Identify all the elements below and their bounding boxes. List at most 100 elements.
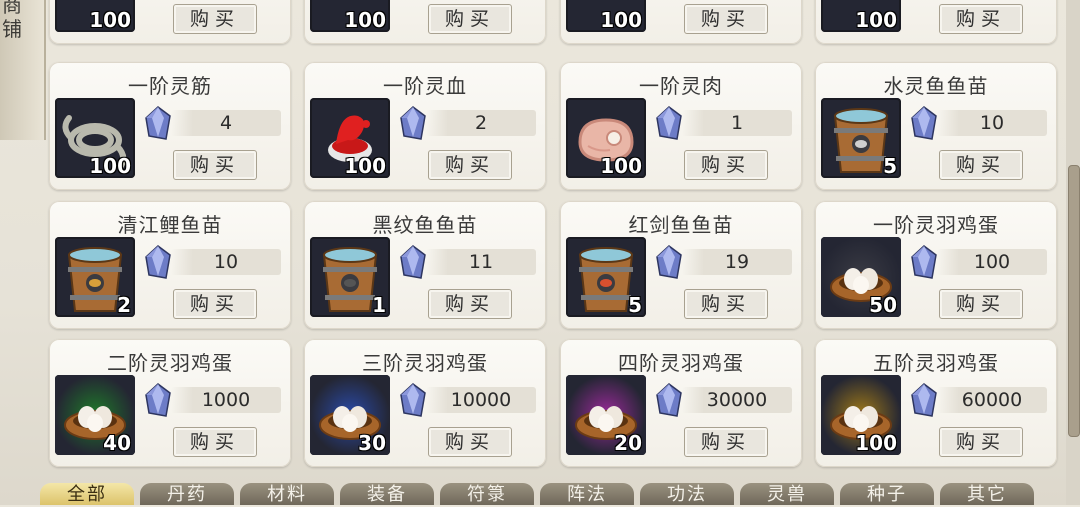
item-price: 30000 [682,387,792,413]
item-name: 一阶灵筋 [128,74,212,98]
item-name: 红剑鱼鱼苗 [628,213,734,237]
item-stock: 20 [614,431,642,455]
item-stock: 100 [600,154,642,178]
item-thumb: 50 [821,237,901,317]
buy-button[interactable]: 购买 [173,4,257,34]
tab-1[interactable]: 全部 [40,483,134,505]
buy-button[interactable]: 购买 [939,427,1023,457]
tab-4[interactable]: 装备 [340,483,434,505]
item-stock: 40 [103,431,131,455]
item-thumb: 40 [55,375,135,455]
item-price: 19 [682,249,792,275]
buy-button[interactable]: 购买 [173,150,257,180]
shop-item-card[interactable]: 红剑鱼鱼苗 5 19 购买 [560,201,802,329]
item-thumb: 2 [55,237,135,317]
spirit-stone-icon [145,245,171,279]
tab-2[interactable]: 丹药 [140,483,234,505]
buy-button[interactable]: 购买 [939,289,1023,319]
item-name: 二阶灵羽鸡蛋 [107,351,233,375]
item-name: 水灵鱼鱼苗 [883,74,989,98]
buy-button[interactable]: 购买 [428,289,512,319]
item-thumb: 100 [310,0,390,32]
buy-button[interactable]: 购买 [428,4,512,34]
buy-button[interactable]: 购买 [684,4,768,34]
item-stock: 100 [344,154,386,178]
item-stock: 100 [89,154,131,178]
scrollbar-thumb[interactable] [1068,165,1080,437]
item-thumb: 30 [310,375,390,455]
shop-item-card[interactable]: 水灵鱼鱼苗 5 10 购买 [815,62,1057,190]
shop-item-card[interactable]: 一阶灵筋 100 4 购买 [49,62,291,190]
item-stock: 100 [344,8,386,32]
tab-6[interactable]: 阵法 [540,483,634,505]
spirit-stone-icon [911,245,937,279]
item-grid: 100 购买 100 购买 100 购买 100 购买 一阶灵筋 100 4 购买 一阶灵血 100 2 购买… [0,0,1080,470]
spirit-stone-icon [400,245,426,279]
spirit-stone-icon [400,383,426,417]
tab-9[interactable]: 种子 [840,483,934,505]
item-price: 11 [426,249,536,275]
buy-button[interactable]: 购买 [428,427,512,457]
item-name: 四阶灵羽鸡蛋 [618,351,744,375]
shop-item-card[interactable]: 清江鲤鱼苗 2 10 购买 [49,201,291,329]
item-price: 100 [937,249,1047,275]
shop-item-card[interactable]: 100 购买 [815,0,1057,44]
item-name: 一阶灵血 [383,74,467,98]
item-thumb: 100 [55,98,135,178]
item-stock: 2 [117,293,131,317]
item-stock: 100 [855,431,897,455]
shop-item-card[interactable]: 五阶灵羽鸡蛋 100 60000 购买 [815,339,1057,467]
shop-item-card[interactable]: 黑纹鱼鱼苗 1 11 购买 [304,201,546,329]
item-stock: 1 [372,293,386,317]
item-thumb: 5 [821,98,901,178]
item-stock: 100 [600,8,642,32]
tab-8[interactable]: 灵兽 [740,483,834,505]
tab-7[interactable]: 功法 [640,483,734,505]
shop-item-card[interactable]: 100 购买 [560,0,802,44]
buy-button[interactable]: 购买 [173,427,257,457]
item-price: 10 [937,110,1047,136]
item-thumb: 5 [566,237,646,317]
category-tabs: 全部 丹药 材料 装备 符箓 阵法 功法 灵兽 种子 其它 [40,481,1040,505]
shop-item-card[interactable]: 四阶灵羽鸡蛋 20 30000 购买 [560,339,802,467]
item-price: 1000 [171,387,281,413]
spirit-stone-icon [656,383,682,417]
shop-item-card[interactable]: 一阶灵肉 100 1 购买 [560,62,802,190]
spirit-stone-icon [400,106,426,140]
tab-3[interactable]: 材料 [240,483,334,505]
item-stock: 100 [855,8,897,32]
item-thumb: 100 [821,0,901,32]
item-price: 10000 [426,387,536,413]
scrollbar-track[interactable] [1066,0,1080,505]
buy-button[interactable]: 购买 [684,150,768,180]
buy-button[interactable]: 购买 [428,150,512,180]
item-thumb: 100 [821,375,901,455]
shop-item-card[interactable]: 一阶灵羽鸡蛋 50 100 购买 [815,201,1057,329]
tab-10[interactable]: 其它 [940,483,1034,505]
item-thumb: 100 [55,0,135,32]
buy-button[interactable]: 购买 [684,289,768,319]
shop-item-card[interactable]: 100 购买 [304,0,546,44]
item-thumb: 100 [310,98,390,178]
item-thumb: 100 [566,98,646,178]
shop-item-card[interactable]: 二阶灵羽鸡蛋 40 1000 购买 [49,339,291,467]
buy-button[interactable]: 购买 [939,4,1023,34]
item-price: 60000 [937,387,1047,413]
item-thumb: 100 [566,0,646,32]
item-price: 10 [171,249,281,275]
shop-item-card[interactable]: 100 购买 [49,0,291,44]
item-price: 2 [426,110,536,136]
item-price: 4 [171,110,281,136]
shop-item-card[interactable]: 一阶灵血 100 2 购买 [304,62,546,190]
item-stock: 50 [869,293,897,317]
buy-button[interactable]: 购买 [684,427,768,457]
shop-item-card[interactable]: 三阶灵羽鸡蛋 30 10000 购买 [304,339,546,467]
buy-button[interactable]: 购买 [939,150,1023,180]
item-stock: 30 [358,431,386,455]
item-thumb: 1 [310,237,390,317]
buy-button[interactable]: 购买 [173,289,257,319]
item-name: 三阶灵羽鸡蛋 [362,351,488,375]
item-stock: 5 [628,293,642,317]
spirit-stone-icon [656,106,682,140]
tab-5[interactable]: 符箓 [440,483,534,505]
